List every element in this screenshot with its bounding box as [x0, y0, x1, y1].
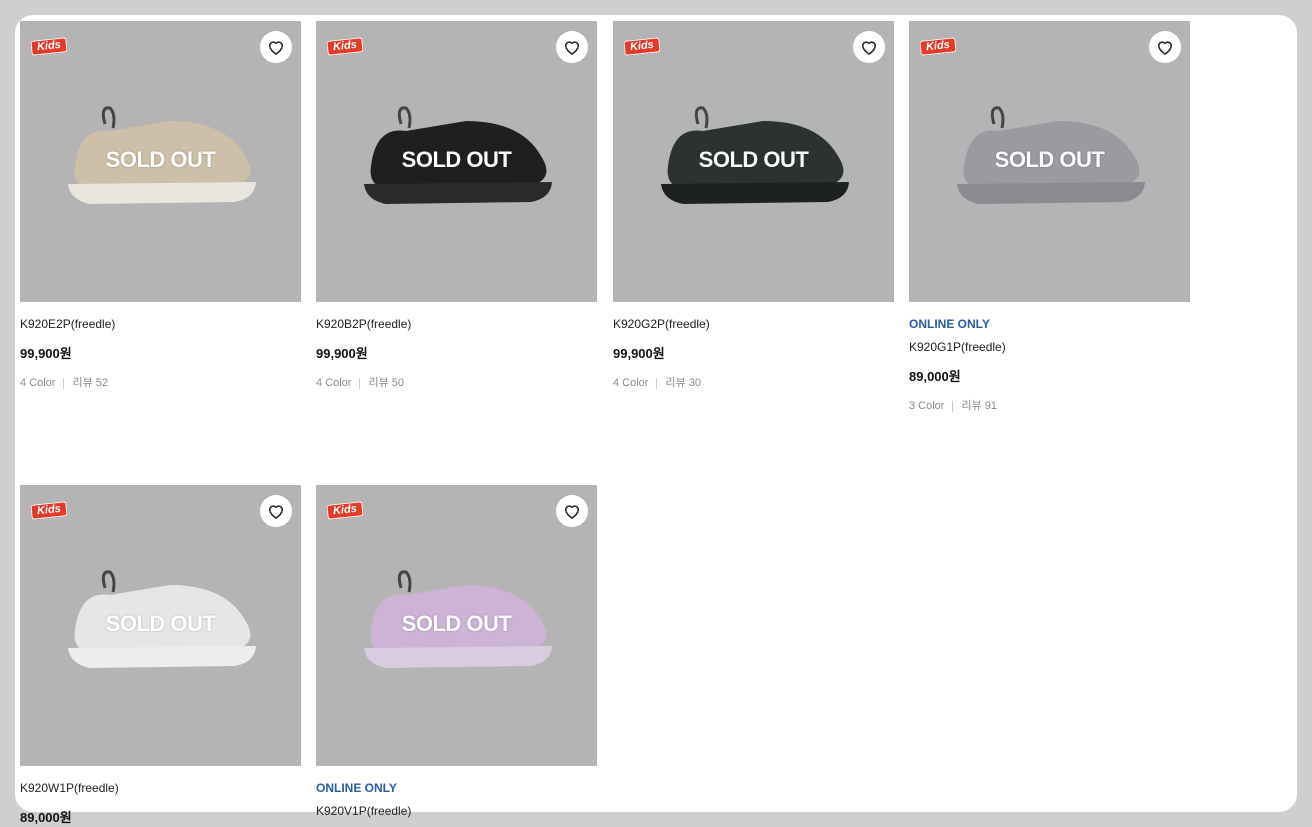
heart-icon: [269, 505, 283, 519]
product-name[interactable]: K920G1P(freedle): [909, 340, 1190, 355]
review-count: 리뷰 50: [368, 377, 405, 389]
sold-out-label: SOLD OUT: [401, 611, 512, 636]
sold-out-label: SOLD OUT: [698, 147, 809, 172]
wishlist-heart-button[interactable]: [556, 495, 588, 527]
wishlist-heart-button[interactable]: [1149, 31, 1181, 63]
product-price: 89,000원: [20, 810, 72, 825]
review-count: 리뷰 91: [961, 400, 998, 412]
product-name[interactable]: K920E2P(freedle): [20, 317, 301, 332]
online-only-label: ONLINE ONLY: [316, 781, 397, 795]
product-name[interactable]: K920W1P(freedle): [20, 781, 301, 796]
product-image[interactable]: Kids SOLD OUT: [613, 21, 894, 302]
sold-out-label: SOLD OUT: [401, 147, 512, 172]
product-name[interactable]: K920G2P(freedle): [613, 317, 894, 332]
color-count: 4 Color: [316, 377, 352, 389]
product-card[interactable]: Kids SOLD OUT K920E2P(freedle) 99,900원 4…: [20, 21, 301, 390]
kids-badge: Kids: [326, 501, 364, 520]
product-card[interactable]: Kids SOLD OUT K920G2P(freedle) 99,900원 4…: [613, 21, 894, 390]
product-image[interactable]: Kids SOLD OUT: [20, 485, 301, 766]
product-image[interactable]: Kids SOLD OUT: [316, 21, 597, 302]
product-meta: 4 Color 리뷰 50: [316, 376, 597, 390]
product-price: 99,900원: [20, 346, 72, 361]
product-price: 99,900원: [316, 346, 368, 361]
sold-out-label: SOLD OUT: [994, 147, 1105, 172]
product-grid: Kids SOLD OUT K920E2P(freedle) 99,900원 4…: [15, 15, 1297, 827]
wishlist-heart-button[interactable]: [260, 495, 292, 527]
review-count: 리뷰 30: [665, 377, 702, 389]
heart-icon: [862, 41, 876, 55]
kids-badge: Kids: [30, 501, 68, 520]
heart-icon: [565, 41, 579, 55]
divider: [63, 377, 65, 389]
product-card[interactable]: Kids SOLD OUT K920B2P(freedle) 99,900원 4…: [316, 21, 597, 390]
product-card[interactable]: Kids SOLD OUT ONLINE ONLY K920G1P(freedl…: [909, 21, 1190, 413]
product-meta: 4 Color 리뷰 52: [20, 376, 301, 390]
heart-icon: [269, 41, 283, 55]
product-card[interactable]: Kids SOLD OUT K920W1P(freedle) 89,000원: [20, 485, 301, 826]
color-count: 4 Color: [613, 377, 649, 389]
color-count: 4 Color: [20, 377, 56, 389]
online-only-label: ONLINE ONLY: [909, 317, 990, 331]
product-image[interactable]: Kids SOLD OUT: [20, 21, 301, 302]
product-image[interactable]: Kids SOLD OUT: [316, 485, 597, 766]
kids-badge: Kids: [623, 37, 661, 56]
sold-out-label: SOLD OUT: [105, 611, 216, 636]
product-price: 99,900원: [613, 346, 665, 361]
kids-badge: Kids: [326, 37, 364, 56]
product-image[interactable]: Kids SOLD OUT: [909, 21, 1190, 302]
product-meta: 3 Color 리뷰 91: [909, 399, 1190, 413]
review-count: 리뷰 52: [72, 377, 109, 389]
product-name[interactable]: K920V1P(freedle): [316, 804, 597, 819]
wishlist-heart-button[interactable]: [556, 31, 588, 63]
product-price: 89,000원: [909, 369, 961, 384]
product-card[interactable]: Kids SOLD OUT ONLINE ONLY K920V1P(freedl…: [316, 485, 597, 819]
kids-badge: Kids: [30, 37, 68, 56]
divider: [656, 377, 658, 389]
product-meta: 4 Color 리뷰 30: [613, 376, 894, 390]
color-count: 3 Color: [909, 400, 945, 412]
sold-out-label: SOLD OUT: [105, 147, 216, 172]
divider: [952, 400, 954, 412]
divider: [359, 377, 361, 389]
wishlist-heart-button[interactable]: [853, 31, 885, 63]
wishlist-heart-button[interactable]: [260, 31, 292, 63]
kids-badge: Kids: [919, 37, 957, 56]
heart-icon: [565, 505, 579, 519]
heart-icon: [1158, 41, 1172, 55]
product-name[interactable]: K920B2P(freedle): [316, 317, 597, 332]
